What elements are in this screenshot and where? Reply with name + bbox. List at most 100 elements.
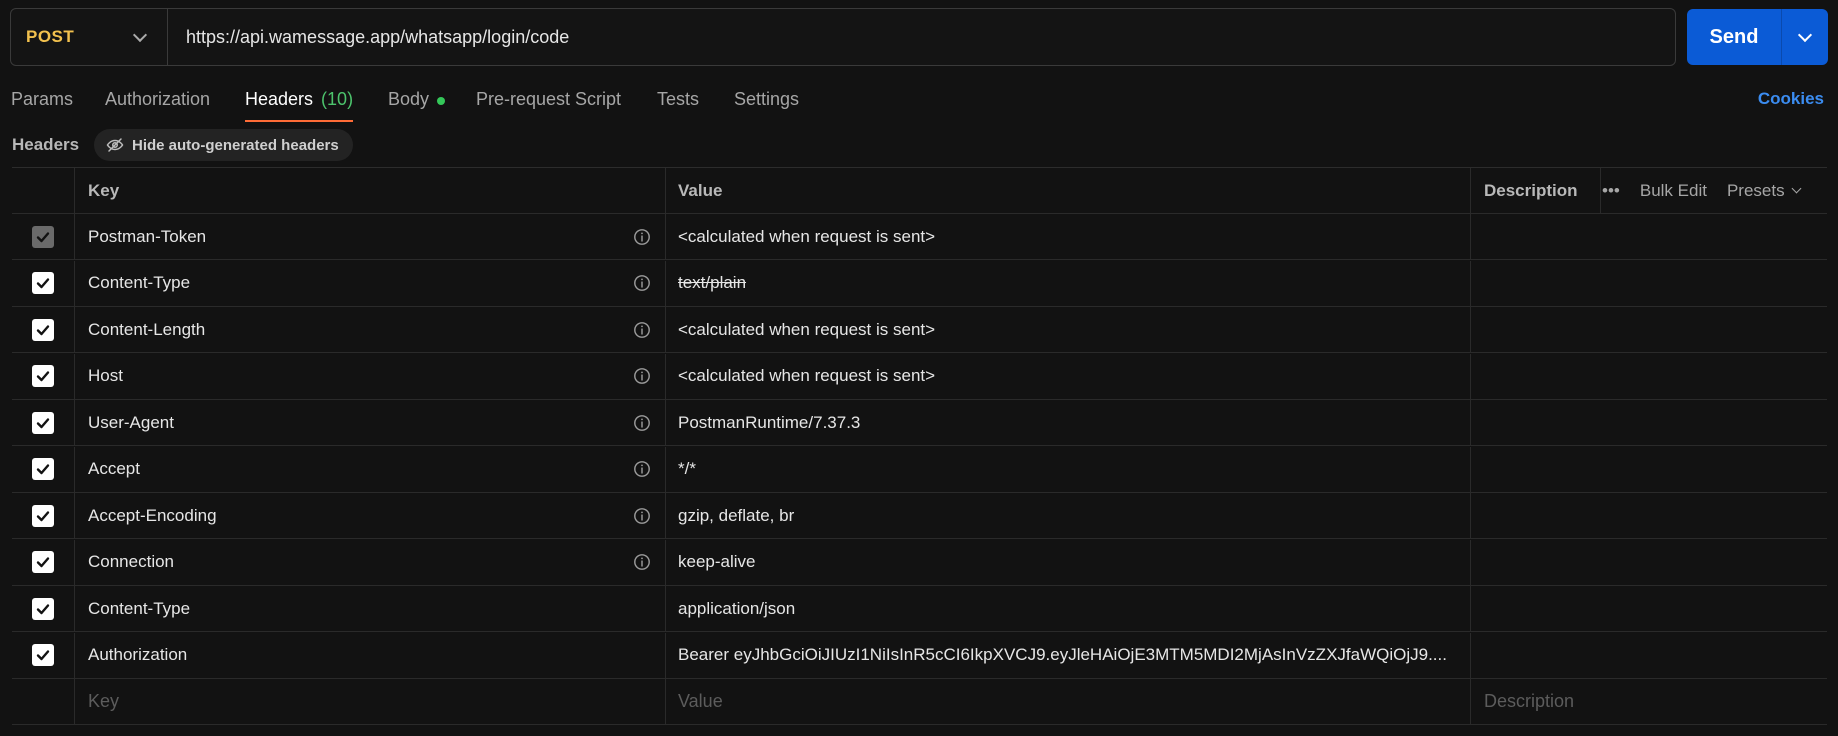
more-options-button[interactable]: •••	[1602, 181, 1620, 201]
tab-body[interactable]: Body	[388, 80, 446, 122]
check-icon	[35, 322, 51, 338]
info-icon[interactable]	[633, 274, 651, 292]
checkbox-cell	[12, 493, 75, 538]
header-value-cell[interactable]: keep-alive	[666, 539, 1471, 585]
method-selector[interactable]: POST	[11, 9, 168, 65]
row-checkbox[interactable]	[32, 411, 54, 434]
row-checkbox[interactable]	[32, 225, 54, 248]
header-description-cell[interactable]	[1471, 354, 1827, 399]
header-value-cell[interactable]: PostmanRuntime/7.37.3	[666, 400, 1471, 445]
info-icon[interactable]	[633, 460, 651, 478]
checkbox-cell	[12, 260, 75, 306]
chevron-down-icon	[1791, 183, 1802, 194]
checkbox-cell	[12, 539, 75, 585]
row-checkbox[interactable]	[32, 597, 54, 620]
info-icon[interactable]	[633, 553, 651, 571]
header-value: PostmanRuntime/7.37.3	[678, 412, 861, 432]
table-row: Accept */*	[12, 446, 1827, 493]
cookies-link[interactable]: Cookies	[1758, 89, 1824, 109]
checkbox-cell	[12, 632, 75, 678]
header-value-cell[interactable]: text/plain	[666, 260, 1471, 306]
tab-params[interactable]: Params	[11, 80, 73, 122]
check-icon	[35, 554, 51, 570]
header-value: <calculated when request is sent>	[678, 319, 936, 339]
header-value-cell[interactable]: application/json	[666, 586, 1471, 631]
new-value-input[interactable]: Value	[666, 679, 1471, 724]
header-description-cell[interactable]	[1471, 633, 1827, 678]
chevron-down-icon	[132, 27, 148, 42]
row-checkbox[interactable]	[32, 365, 54, 387]
table-row: Content-Length <calculated when request i…	[12, 307, 1827, 353]
presets-dropdown[interactable]: Presets	[1727, 181, 1802, 201]
header-key-cell[interactable]: Content-Type	[75, 260, 666, 306]
header-description-cell[interactable]	[1471, 493, 1827, 538]
checkbox-cell	[12, 446, 75, 492]
header-key: Content-Type	[88, 598, 191, 618]
header-key-cell[interactable]: Content-Type	[75, 586, 666, 631]
hide-auto-headers-button[interactable]: Hide auto-generated headers	[94, 129, 353, 161]
header-key-cell[interactable]: Host	[75, 353, 666, 399]
checkbox-cell	[12, 214, 75, 259]
tab-settings[interactable]: Settings	[734, 80, 799, 122]
request-url-bar: POST	[10, 8, 1676, 66]
table-row: Host <calculated when request is sent>	[12, 353, 1827, 400]
header-description-cell[interactable]	[1471, 307, 1827, 352]
row-checkbox[interactable]	[32, 504, 54, 527]
send-options-button[interactable]	[1782, 9, 1828, 65]
info-icon[interactable]	[633, 228, 651, 246]
new-key-input[interactable]: Key	[75, 679, 666, 724]
header-value-cell[interactable]: gzip, deflate, br	[666, 493, 1471, 538]
header-key: Host	[88, 366, 123, 385]
body-indicator-dot	[437, 97, 446, 105]
header-value: <calculated when request is sent>	[678, 226, 936, 246]
header-value-cell[interactable]: <calculated when request is sent>	[666, 214, 1471, 259]
bulk-edit-button[interactable]: Bulk Edit	[1640, 181, 1707, 201]
table-row: Authorization Bearer eyJhbGciOiJIUzI1NiIs…	[12, 632, 1827, 679]
new-description-input[interactable]: Description	[1471, 679, 1827, 724]
header-key: Accept-Encoding	[88, 505, 217, 525]
header-key-cell[interactable]: Accept	[75, 446, 666, 492]
new-row-checkbox-cell	[12, 679, 75, 724]
header-description-cell[interactable]	[1471, 540, 1827, 585]
header-description-cell[interactable]	[1471, 586, 1827, 631]
new-header-row: Key Value Description	[12, 679, 1827, 725]
header-key-cell[interactable]: Authorization	[75, 632, 666, 678]
tab-headers[interactable]: Headers (10)	[245, 80, 354, 122]
header-key-cell[interactable]: Connection	[75, 539, 666, 585]
header-key-cell[interactable]: Accept-Encoding	[75, 493, 666, 538]
header-value-cell[interactable]: <calculated when request is sent>	[666, 307, 1471, 352]
check-icon	[35, 275, 51, 291]
row-checkbox[interactable]	[32, 458, 54, 480]
tab-authorization[interactable]: Authorization	[105, 80, 210, 122]
header-description-cell[interactable]	[1471, 261, 1827, 306]
send-button-group: Send	[1687, 9, 1828, 65]
info-icon[interactable]	[633, 507, 651, 525]
eye-off-icon	[106, 138, 124, 152]
header-key-cell[interactable]: User-Agent	[75, 400, 666, 445]
header-key-cell[interactable]: Content-Length	[75, 307, 666, 352]
checkbox-cell	[12, 586, 75, 631]
row-checkbox[interactable]	[32, 551, 54, 573]
tab-pre-request-script[interactable]: Pre-request Script	[476, 80, 621, 122]
row-checkbox[interactable]	[32, 644, 54, 666]
value-column-header: Value	[666, 168, 1471, 213]
info-icon[interactable]	[633, 414, 651, 432]
header-key-cell[interactable]: Postman-Token	[75, 214, 666, 259]
header-description-cell[interactable]	[1471, 400, 1827, 445]
url-input[interactable]	[168, 9, 1675, 65]
header-description-cell[interactable]	[1471, 214, 1827, 259]
info-icon[interactable]	[633, 367, 651, 385]
header-key: Accept	[88, 459, 140, 478]
send-button[interactable]: Send	[1687, 9, 1782, 65]
row-checkbox[interactable]	[32, 318, 54, 341]
tab-tests[interactable]: Tests	[657, 80, 699, 122]
info-icon[interactable]	[633, 321, 651, 339]
header-value-cell[interactable]: <calculated when request is sent>	[666, 353, 1471, 399]
header-value-cell[interactable]: */*	[666, 446, 1471, 492]
table-row: Content-Type text/plain	[12, 260, 1827, 307]
row-checkbox[interactable]	[32, 272, 54, 294]
description-column-header: Description	[1471, 168, 1601, 213]
header-description-cell[interactable]	[1471, 447, 1827, 492]
header-value: text/plain	[678, 273, 747, 292]
header-value-cell[interactable]: Bearer eyJhbGciOiJIUzI1NiIsInR5cCI6IkpXV…	[666, 632, 1471, 678]
